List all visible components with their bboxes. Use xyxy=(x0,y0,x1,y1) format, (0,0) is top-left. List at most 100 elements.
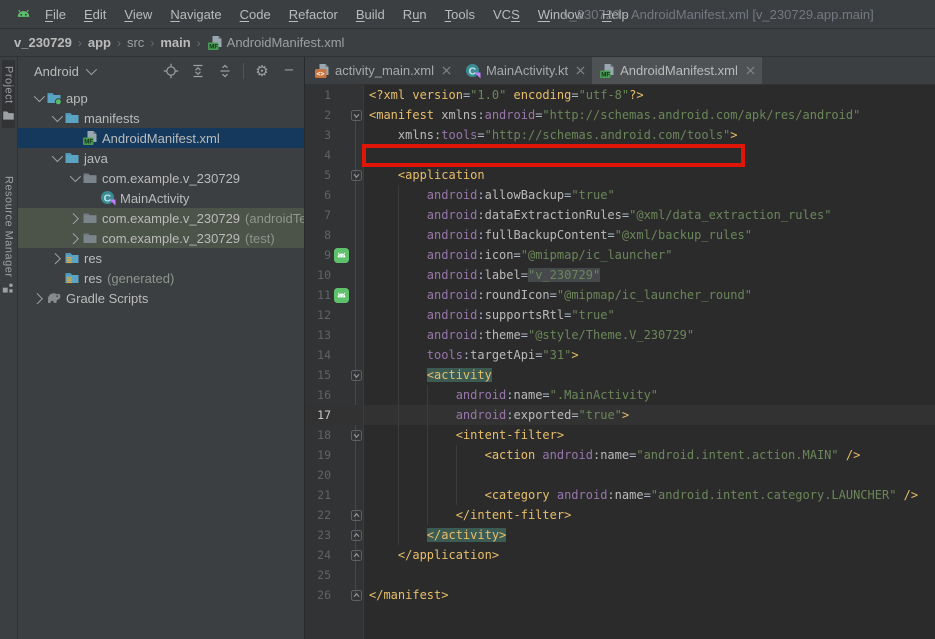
fold-start-icon[interactable] xyxy=(350,429,362,441)
app-folder-icon xyxy=(46,90,62,106)
tab-mainactivity-kt[interactable]: C MainActivity.kt xyxy=(458,57,592,84)
toolbar-separator xyxy=(243,63,244,79)
close-icon[interactable] xyxy=(746,66,755,75)
chevron-down-icon[interactable] xyxy=(30,90,46,103)
menu-edit[interactable]: Edit xyxy=(75,0,115,29)
chevron-right-icon[interactable] xyxy=(66,233,82,245)
code-line[interactable]: <category android:name="android.intent.c… xyxy=(364,485,935,505)
stripe-tab-project[interactable]: Project xyxy=(2,60,15,128)
hide-icon[interactable]: − xyxy=(280,62,298,80)
code-line[interactable]: <?xml version="1.0" encoding="utf-8"?> xyxy=(364,85,935,105)
code-line[interactable]: android:supportsRtl="true" xyxy=(364,305,935,325)
gutter-row: 6 xyxy=(305,185,363,205)
android-launcher-icon[interactable] xyxy=(333,287,350,303)
stripe-tab-resource-manager[interactable]: Resource Manager xyxy=(2,170,15,302)
collapse-all-icon[interactable] xyxy=(216,62,234,80)
code-line[interactable]: android:roundIcon="@mipmap/ic_launcher_r… xyxy=(364,285,935,305)
menu-navigate[interactable]: Navigate xyxy=(161,0,230,29)
tree-item-manifests[interactable]: manifests xyxy=(18,108,304,128)
menu-run[interactable]: Run xyxy=(394,0,436,29)
menu-build[interactable]: Build xyxy=(347,0,394,29)
code-area[interactable]: <?xml version="1.0" encoding="utf-8"?> <m… xyxy=(364,85,935,639)
breadcrumb-main[interactable]: main xyxy=(160,35,190,50)
code-line[interactable]: <action android:name="android.intent.act… xyxy=(364,445,935,465)
code-line[interactable]: tools:targetApi="31"> xyxy=(364,345,935,365)
tree-item-label: MainActivity xyxy=(120,190,190,206)
fold-start-icon[interactable] xyxy=(350,169,362,181)
code-line[interactable]: android:exported="true"> xyxy=(364,405,935,425)
chevron-down-icon[interactable] xyxy=(85,63,97,76)
tree-item-com-example-v-230729-androidtest[interactable]: com.example.v_230729(androidTest) xyxy=(18,208,304,228)
tree-item-androidmanifest-xml[interactable]: MF AndroidManifest.xml xyxy=(18,128,304,148)
code-line[interactable] xyxy=(364,565,935,585)
fold-end-icon[interactable] xyxy=(350,589,362,601)
menu-code[interactable]: Code xyxy=(231,0,280,29)
code-line[interactable]: android:icon="@mipmap/ic_launcher" xyxy=(364,245,935,265)
gutter-row: 16 xyxy=(305,385,363,405)
code-line[interactable]: android:fullBackupContent="@xml/backup_r… xyxy=(364,225,935,245)
fold-end-icon[interactable] xyxy=(350,509,362,521)
editor-body[interactable]: 1 2 3 4 5 6 7 8 9 10 11 12 13 14 15 16 17 18 19 20 21 22 23 24 2… xyxy=(305,85,935,639)
chevron-down-icon[interactable] xyxy=(66,170,82,183)
tree-item-java[interactable]: java xyxy=(18,148,304,168)
code-line[interactable]: </intent-filter> xyxy=(364,505,935,525)
breadcrumb-src[interactable]: src xyxy=(127,35,144,50)
fold-end-icon[interactable] xyxy=(350,549,362,561)
breadcrumb-label: v_230729 xyxy=(14,35,72,50)
android-launcher-icon[interactable] xyxy=(333,247,350,263)
tree-item-suffix: (generated) xyxy=(107,270,175,286)
menu-refactor[interactable]: Refactor xyxy=(280,0,347,29)
gutter-row: 11 xyxy=(305,285,363,305)
breadcrumb-separator-icon: › xyxy=(196,35,201,50)
tree-item-res[interactable]: res xyxy=(18,248,304,268)
code-line[interactable]: android:theme="@style/Theme.V_230729" xyxy=(364,325,935,345)
code-line[interactable] xyxy=(364,465,935,485)
gear-icon[interactable]: ⚙ xyxy=(253,62,271,80)
code-line[interactable]: xmlns:tools="http://schemas.android.com/… xyxy=(364,125,935,145)
menu-view[interactable]: View xyxy=(115,0,161,29)
menu-file[interactable]: File xyxy=(36,0,75,29)
code-line[interactable]: </manifest> xyxy=(364,585,935,605)
breadcrumb-app[interactable]: app xyxy=(88,35,111,50)
code-line[interactable]: <manifest xmlns:android="http://schemas.… xyxy=(364,105,935,125)
locate-icon[interactable] xyxy=(162,62,180,80)
expand-all-icon[interactable] xyxy=(189,62,207,80)
chevron-down-icon[interactable] xyxy=(48,110,64,123)
fold-end-icon[interactable] xyxy=(350,529,362,541)
fold-start-icon[interactable] xyxy=(350,109,362,121)
tab-activity-main-xml[interactable]: <> activity_main.xml xyxy=(307,57,458,84)
fold-start-icon[interactable] xyxy=(350,369,362,381)
code-line[interactable]: android:allowBackup="true" xyxy=(364,185,935,205)
breadcrumb-androidmanifest-xml[interactable]: MF AndroidManifest.xml xyxy=(207,35,344,51)
tree-item-com-example-v-230729-test[interactable]: com.example.v_230729 (test) xyxy=(18,228,304,248)
project-view-selector[interactable]: Android xyxy=(34,64,79,79)
gradle-icon xyxy=(46,290,62,306)
code-line[interactable]: </application> xyxy=(364,545,935,565)
close-icon[interactable] xyxy=(442,66,451,75)
tree-item-res-generated[interactable]: res (generated) xyxy=(18,268,304,288)
chevron-down-icon[interactable] xyxy=(48,150,64,163)
tree-item-app[interactable]: app xyxy=(18,88,304,108)
tab-androidmanifest-xml[interactable]: MF AndroidManifest.xml xyxy=(592,57,762,84)
folder-icon xyxy=(64,150,80,166)
chevron-right-icon[interactable] xyxy=(66,213,82,225)
close-icon[interactable] xyxy=(576,66,585,75)
menu-tools[interactable]: Tools xyxy=(436,0,484,29)
tree-item-gradle-scripts[interactable]: Gradle Scripts xyxy=(18,288,304,308)
line-number: 19 xyxy=(317,448,331,462)
tab-label: MainActivity.kt xyxy=(485,63,569,78)
breadcrumb-v-230729[interactable]: v_230729 xyxy=(14,35,72,50)
menu-vcs[interactable]: VCS xyxy=(484,0,529,29)
chevron-right-icon[interactable] xyxy=(30,293,46,305)
code-line[interactable]: </activity> xyxy=(364,525,935,545)
code-line[interactable]: <activity xyxy=(364,365,935,385)
code-line[interactable]: android:label="v_230729" xyxy=(364,265,935,285)
tree-item-mainactivity[interactable]: C MainActivity xyxy=(18,188,304,208)
tree-item-com-example-v-230729[interactable]: com.example.v_230729 xyxy=(18,168,304,188)
code-line[interactable]: android:name=".MainActivity" xyxy=(364,385,935,405)
chevron-right-icon[interactable] xyxy=(48,253,64,265)
xml-file-icon: <> xyxy=(314,63,330,79)
code-line[interactable]: android:dataExtractionRules="@xml/data_e… xyxy=(364,205,935,225)
code-line[interactable]: <intent-filter> xyxy=(364,425,935,445)
code-line[interactable]: <application xyxy=(364,165,935,185)
